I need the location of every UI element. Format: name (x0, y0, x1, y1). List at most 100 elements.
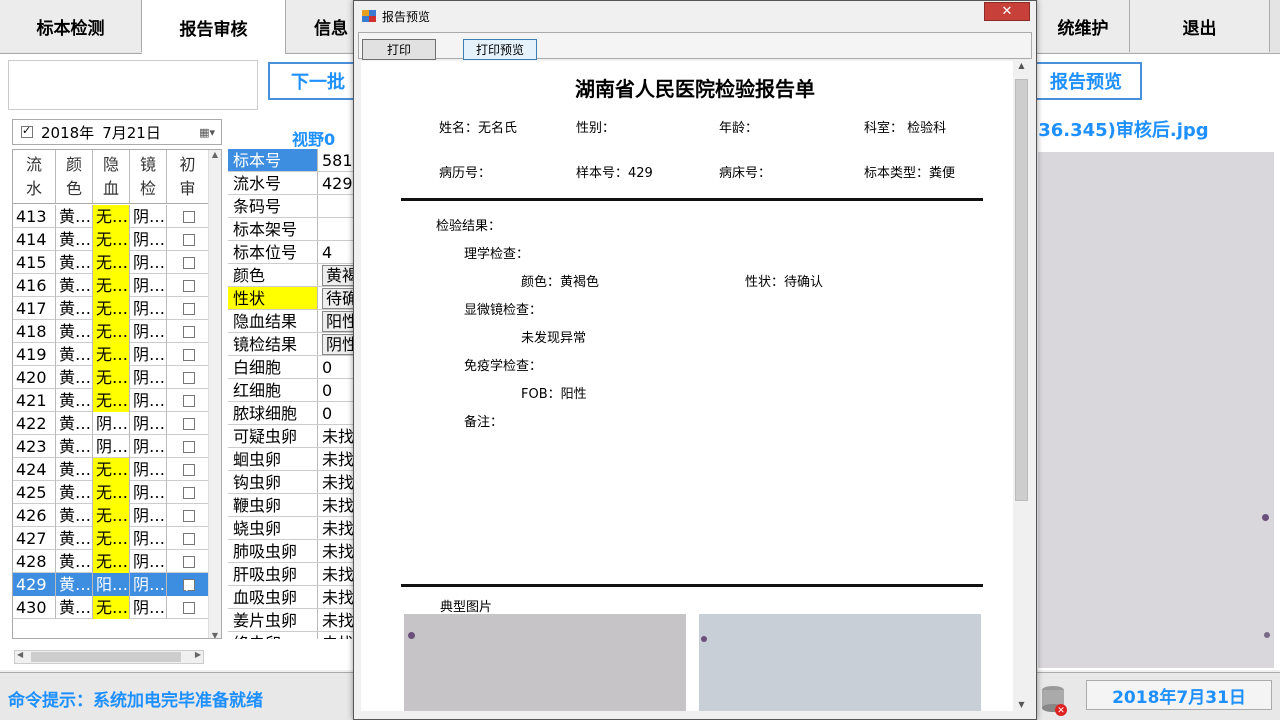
col-header-serial[interactable]: 流水 (13, 150, 56, 203)
print-preview-button[interactable]: 打印预览 (463, 39, 537, 60)
date-picker[interactable]: 2018年 7月21日 ▦▾ (12, 119, 222, 145)
review-checkbox[interactable] (183, 348, 195, 361)
grid-horizontal-scrollbar[interactable]: ◀ ▶ (14, 650, 204, 664)
property-value[interactable]: 待确 (318, 287, 358, 309)
scroll-thumb[interactable] (1015, 79, 1028, 501)
tab-system-maintenance[interactable]: 统维护 (1036, 0, 1130, 52)
property-row[interactable]: 绦虫卵未找 (228, 632, 358, 639)
property-row[interactable]: 脓球细胞 0 (228, 402, 358, 425)
table-row[interactable]: 427 黄… 无… 阴… (13, 527, 209, 550)
scroll-up-icon[interactable]: ▲ (209, 150, 221, 159)
property-value[interactable]: 未找 (318, 494, 358, 516)
scroll-up-icon[interactable]: ▲ (1013, 61, 1030, 70)
property-value[interactable]: 4 (318, 241, 358, 263)
property-value[interactable]: 未找 (318, 632, 358, 639)
property-value[interactable]: 未找 (318, 586, 358, 608)
table-row[interactable]: 430 黄… 无… 阴… (13, 596, 209, 619)
tab-report-review[interactable]: 报告审核 (142, 0, 286, 54)
property-value[interactable]: 429 (318, 172, 358, 194)
table-row[interactable]: 424 黄… 无… 阴… (13, 458, 209, 481)
table-row[interactable]: 423 黄… 阴… 阴… (13, 435, 209, 458)
review-checkbox[interactable] (183, 325, 195, 338)
property-row[interactable]: 性状 待确 (228, 287, 358, 310)
property-row[interactable]: 姜片虫卵 未找 (228, 609, 358, 632)
col-header-initial-review[interactable]: 初审 (167, 150, 209, 203)
report-preview-button[interactable]: 报告预览 (1030, 62, 1142, 100)
property-row[interactable]: 钩虫卵 未找 (228, 471, 358, 494)
review-checkbox[interactable] (183, 601, 195, 614)
property-row[interactable]: 红细胞 0 (228, 379, 358, 402)
scroll-left-icon[interactable]: ◀ (17, 650, 23, 659)
table-row[interactable]: 422 黄… 阴… 阴… (13, 412, 209, 435)
review-checkbox[interactable] (183, 233, 195, 246)
table-row[interactable]: 428 黄… 无… 阴… (13, 550, 209, 573)
review-checkbox[interactable] (183, 486, 195, 499)
review-checkbox[interactable] (183, 394, 195, 407)
review-checkbox[interactable] (183, 577, 195, 596)
property-value[interactable]: 未找 (318, 448, 358, 470)
tab-info[interactable]: 信息 (286, 0, 356, 52)
calendar-dropdown-icon[interactable]: ▦▾ (199, 126, 215, 139)
table-row[interactable]: 418 黄… 无… 阴… (13, 320, 209, 343)
property-value[interactable]: 未找 (318, 609, 358, 631)
property-row[interactable]: 蛔虫卵 未找 (228, 448, 358, 471)
print-button[interactable]: 打印 (362, 39, 436, 60)
col-header-color[interactable]: 颜色 (56, 150, 93, 203)
table-row[interactable]: 419 黄… 无… 阴… (13, 343, 209, 366)
review-checkbox[interactable] (183, 417, 195, 430)
review-checkbox[interactable] (183, 279, 195, 292)
table-row[interactable]: 417 黄… 无… 阴… (13, 297, 209, 320)
sample-grid[interactable]: 流水 颜色 隐血 镜检 初审 413 黄… 无… 阴… 414 黄… 无… 阴… 415 黄… 无…… (12, 149, 222, 639)
review-checkbox[interactable] (183, 555, 195, 568)
table-row[interactable]: 420 黄… 无… 阴… (13, 366, 209, 389)
property-row[interactable]: 鞭虫卵 未找 (228, 494, 358, 517)
review-checkbox[interactable] (183, 210, 195, 223)
table-row[interactable]: 429 黄… 阳… 阴… (13, 573, 209, 596)
date-checkbox[interactable] (21, 124, 33, 138)
table-row[interactable]: 421 黄… 无… 阴… (13, 389, 209, 412)
property-value[interactable] (318, 218, 358, 240)
property-value[interactable] (318, 195, 358, 217)
review-checkbox[interactable] (183, 509, 195, 522)
close-button[interactable]: ✕ (984, 2, 1030, 21)
table-row[interactable]: 426 黄… 无… 阴… (13, 504, 209, 527)
property-value[interactable]: 0 (318, 356, 358, 378)
property-row[interactable]: 标本位号 4 (228, 241, 358, 264)
property-value[interactable]: 0 (318, 379, 358, 401)
tab-exit[interactable]: 退出 (1130, 0, 1270, 52)
property-row[interactable]: 肝吸虫卵 未找 (228, 563, 358, 586)
property-row[interactable]: 镜检结果 阴性 (228, 333, 358, 356)
property-row[interactable]: 白细胞 0 (228, 356, 358, 379)
tab-sample-test[interactable]: 标本检测 (0, 0, 142, 52)
scroll-down-icon[interactable]: ▼ (209, 631, 221, 638)
property-value[interactable]: 未找 (318, 540, 358, 562)
property-value[interactable]: 581 (318, 149, 358, 171)
table-row[interactable]: 416 黄… 无… 阴… (13, 274, 209, 297)
property-row[interactable]: 条码号 (228, 195, 358, 218)
review-checkbox[interactable] (183, 463, 195, 476)
scroll-right-icon[interactable]: ▶ (195, 650, 201, 659)
table-row[interactable]: 415 黄… 无… 阴… (13, 251, 209, 274)
table-row[interactable]: 413 黄… 无… 阴… (13, 205, 209, 228)
property-row[interactable]: 流水号 429 (228, 172, 358, 195)
property-value[interactable]: 未找 (318, 563, 358, 585)
table-row[interactable]: 414 黄… 无… 阴… (13, 228, 209, 251)
property-value[interactable]: 未找 (318, 471, 358, 493)
scroll-down-icon[interactable]: ▼ (1013, 700, 1030, 709)
review-checkbox[interactable] (183, 440, 195, 453)
property-row[interactable]: 肺吸虫卵 未找 (228, 540, 358, 563)
property-value[interactable]: 0 (318, 402, 358, 424)
property-value[interactable]: 未找 (318, 425, 358, 447)
property-value[interactable]: 黄褐 (318, 264, 358, 286)
review-checkbox[interactable] (183, 302, 195, 315)
property-row[interactable]: 蛲虫卵 未找 (228, 517, 358, 540)
table-row[interactable]: 425 黄… 无… 阴… (13, 481, 209, 504)
col-header-microscopy[interactable]: 镜检 (130, 150, 167, 203)
property-row[interactable]: 标本架号 (228, 218, 358, 241)
property-value[interactable]: 未找 (318, 517, 358, 539)
property-value[interactable]: 阴性 (318, 333, 358, 355)
review-checkbox[interactable] (183, 371, 195, 384)
review-checkbox[interactable] (183, 256, 195, 269)
property-row[interactable]: 隐血结果 阳性 (228, 310, 358, 333)
grid-vertical-scrollbar[interactable]: ▲ ▼ (208, 150, 221, 638)
